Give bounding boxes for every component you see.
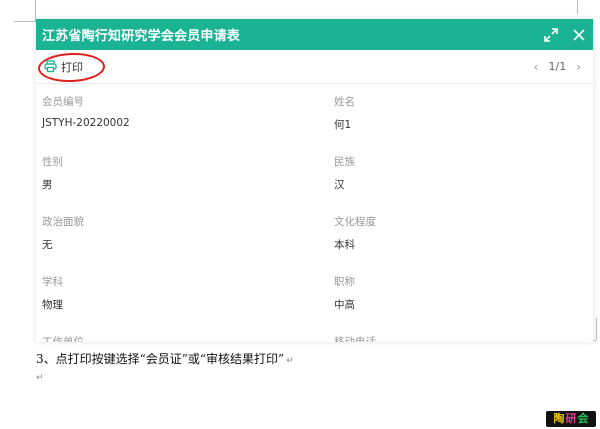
field-label: 姓名 [334, 96, 355, 108]
field-title: 职称 中高 [334, 272, 587, 332]
page-indicator: 1/1 [548, 60, 567, 73]
field-label: 移动电话 [334, 336, 376, 342]
print-label: 打印 [61, 60, 83, 74]
modal-title: 江苏省陶行知研究学会会员申请表 [42, 29, 241, 44]
modal-header: 江苏省陶行知研究学会会员申请表 [36, 19, 593, 50]
member-application-modal: 江苏省陶行知研究学会会员申请表 打印 ‹ 1/1 › 会员编号 JSTYH-20… [36, 19, 593, 342]
field-political-status: 政治面貌 无 [42, 212, 334, 272]
watermark-logo: 陶 研 会 [546, 411, 596, 427]
field-member-id: 会员编号 JSTYH-20220002 [42, 92, 334, 152]
field-label: 民族 [334, 156, 355, 168]
field-value: 无 [42, 239, 53, 251]
printer-icon [44, 60, 57, 73]
logo-char: 会 [577, 412, 589, 425]
logo-char: 研 [565, 412, 577, 425]
page-margin-corner-left [14, 0, 36, 22]
expand-button[interactable] [537, 19, 565, 50]
page-margin-mark [596, 318, 597, 340]
field-employer: 工作单位 [42, 332, 334, 342]
field-value: JSTYH-20220002 [42, 117, 130, 129]
field-label: 文化程度 [334, 216, 376, 228]
field-name: 姓名 何1 [334, 92, 587, 152]
field-label: 会员编号 [42, 96, 84, 108]
pager: ‹ 1/1 › [534, 60, 585, 74]
prev-page-button[interactable]: ‹ [534, 60, 539, 74]
page-margin-corner-right [577, 0, 578, 14]
field-value: 本科 [334, 239, 355, 251]
expand-icon [544, 27, 558, 42]
close-icon [573, 28, 585, 41]
field-value: 中高 [334, 299, 355, 311]
field-label: 职称 [334, 276, 355, 288]
instruction-caption: 3、点打印按键选择“会员证”或“审核结果打印” ↵ [36, 350, 294, 367]
field-label: 性别 [42, 156, 63, 168]
field-ethnicity: 民族 汉 [334, 152, 587, 212]
logo-char: 陶 [553, 412, 565, 425]
paragraph-mark-icon: ↵ [286, 356, 294, 366]
paragraph-mark-icon: ↵ [36, 373, 44, 383]
field-gender: 性别 男 [42, 152, 334, 212]
field-mobile: 移动电话 [334, 332, 587, 342]
form-fields: 会员编号 JSTYH-20220002 姓名 何1 性别 男 民族 汉 政治面貌… [36, 84, 593, 342]
field-value: 物理 [42, 299, 63, 311]
field-value: 汉 [334, 179, 345, 191]
field-subject: 学科 物理 [42, 272, 334, 332]
next-page-button[interactable]: › [576, 60, 581, 74]
close-button[interactable] [565, 19, 593, 50]
modal-toolbar: 打印 ‹ 1/1 › [36, 50, 593, 84]
field-label: 政治面貌 [42, 216, 84, 228]
field-education: 文化程度 本科 [334, 212, 587, 272]
field-value: 何1 [334, 119, 352, 131]
field-label: 工作单位 [42, 336, 84, 342]
field-value: 男 [42, 179, 53, 191]
print-button[interactable]: 打印 [44, 59, 83, 75]
caption-text: 3、点打印按键选择“会员证”或“审核结果打印” [36, 352, 285, 366]
field-label: 学科 [42, 276, 63, 288]
